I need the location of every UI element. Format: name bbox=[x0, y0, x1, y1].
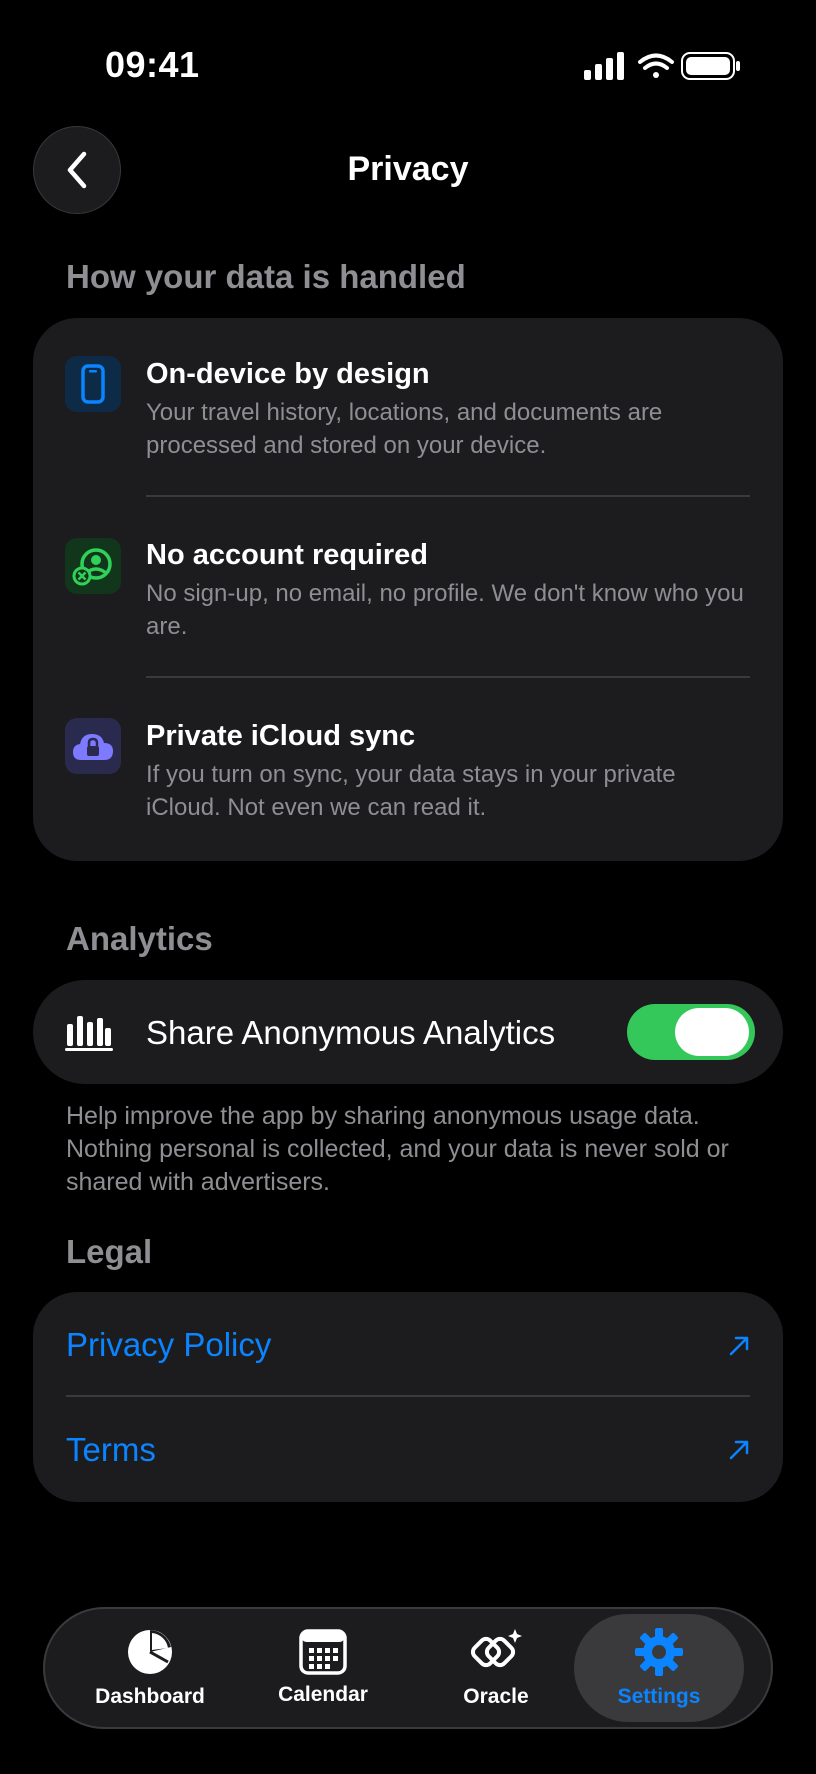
page-title: Privacy bbox=[347, 150, 469, 188]
tab-label: Dashboard bbox=[95, 1685, 205, 1708]
item-title: No account required bbox=[146, 539, 428, 571]
item-title: On-device by design bbox=[146, 358, 430, 390]
external-link-icon bbox=[729, 1440, 749, 1460]
link-label: Privacy Policy bbox=[66, 1326, 272, 1363]
no-account-icon bbox=[65, 538, 121, 594]
legal-card: Privacy Policy Terms bbox=[33, 1292, 783, 1502]
status-icons bbox=[584, 52, 740, 80]
analytics-toggle[interactable] bbox=[627, 1004, 755, 1060]
analytics-toggle-label: Share Anonymous Analytics bbox=[146, 1014, 556, 1051]
cloud-lock-icon bbox=[65, 718, 121, 774]
divider bbox=[146, 676, 750, 678]
toggle-knob bbox=[675, 1008, 749, 1056]
tab-oracle[interactable]: Oracle bbox=[411, 1609, 581, 1727]
item-title: Private iCloud sync bbox=[146, 720, 416, 752]
tab-label: Oracle bbox=[463, 1685, 529, 1708]
tab-dashboard[interactable]: Dashboard bbox=[65, 1609, 235, 1727]
external-link-icon bbox=[729, 1336, 749, 1356]
signal-icon bbox=[584, 52, 624, 80]
phone-icon bbox=[65, 356, 121, 412]
privacy-policy-link[interactable]: Privacy Policy bbox=[33, 1292, 783, 1396]
link-label: Terms bbox=[66, 1431, 156, 1468]
analytics-help-text: Help improve the app by sharing anonymou… bbox=[66, 1102, 729, 1196]
divider bbox=[66, 1395, 750, 1397]
section-title-legal: Legal bbox=[66, 1233, 153, 1270]
section-title-data: How your data is handled bbox=[66, 258, 466, 295]
status-time: 09:41 bbox=[105, 44, 200, 85]
tab-calendar[interactable]: Calendar bbox=[238, 1609, 408, 1727]
item-description: If you turn on sync, your data stays in … bbox=[146, 761, 676, 821]
item-description: No sign-up, no email, no profile. We don… bbox=[146, 580, 744, 640]
calendar-icon bbox=[299, 1629, 347, 1675]
wifi-icon bbox=[638, 53, 674, 78]
tab-label: Calendar bbox=[278, 1683, 368, 1706]
tab-settings[interactable]: Settings bbox=[574, 1614, 744, 1722]
data-handling-card: On-device by design Your travel history,… bbox=[33, 318, 783, 861]
bar-chart-icon bbox=[65, 1016, 113, 1051]
terms-link[interactable]: Terms bbox=[33, 1398, 783, 1502]
divider bbox=[146, 495, 750, 497]
oracle-icon bbox=[470, 1629, 522, 1668]
battery-icon bbox=[681, 52, 740, 80]
item-description: Your travel history, locations, and docu… bbox=[146, 399, 663, 459]
tab-bar: Dashboard Calendar Oracle Settings bbox=[43, 1607, 773, 1729]
section-title-analytics: Analytics bbox=[66, 920, 213, 957]
pie-chart-icon bbox=[128, 1630, 172, 1674]
gear-icon bbox=[635, 1628, 683, 1676]
tab-label: Settings bbox=[617, 1685, 701, 1708]
